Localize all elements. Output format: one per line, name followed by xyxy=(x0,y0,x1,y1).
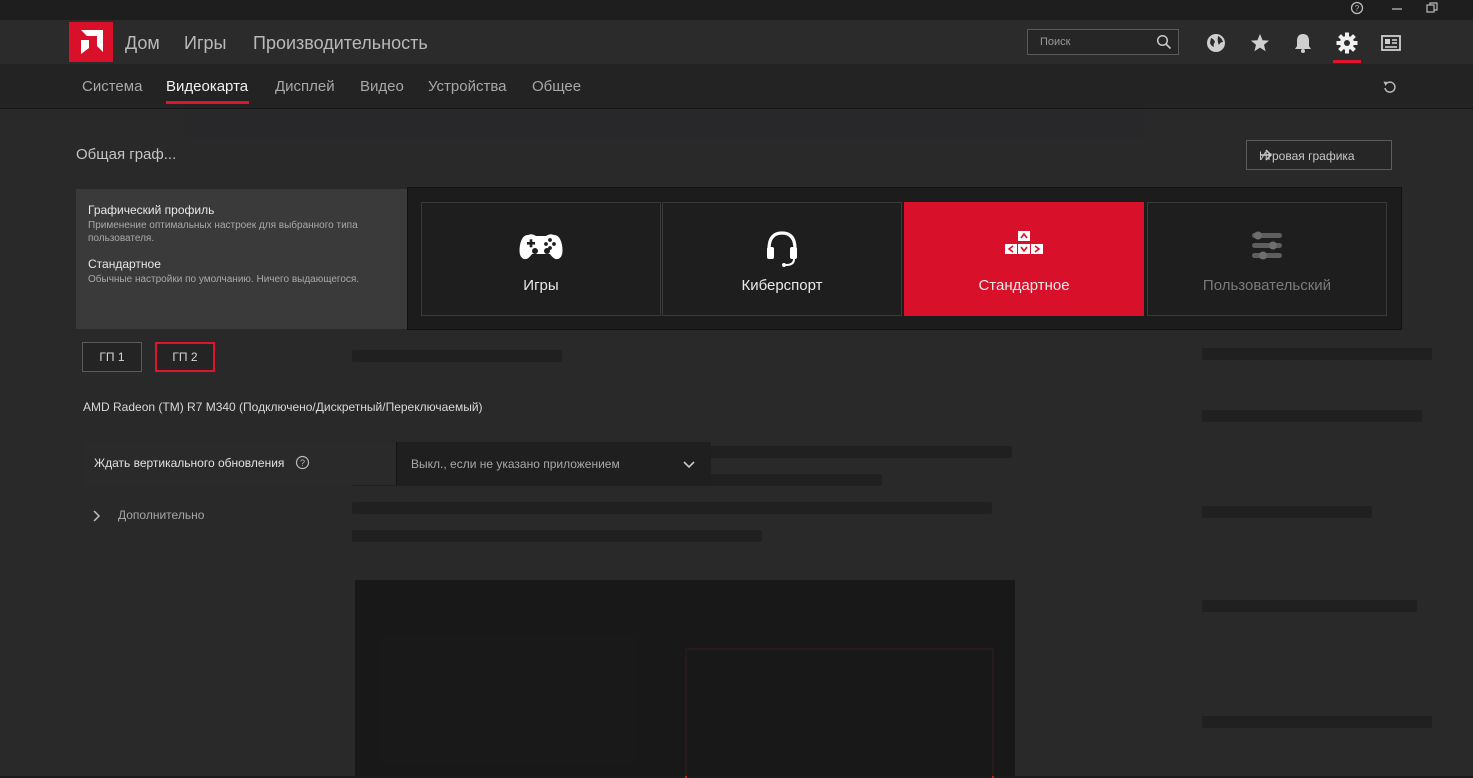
tab-system[interactable]: Система xyxy=(82,78,142,95)
minimize-icon[interactable] xyxy=(1388,1,1406,19)
svg-text:?: ? xyxy=(300,458,305,468)
profile-tile-esports[interactable]: Киберспорт xyxy=(662,202,902,316)
profile-label: Стандартное xyxy=(978,277,1070,294)
topnav-performance[interactable]: Производительность xyxy=(253,33,428,54)
chevron-right-icon xyxy=(92,510,102,525)
star-icon[interactable] xyxy=(1249,32,1271,54)
active-tab-indicator xyxy=(166,101,249,104)
arrow-right-icon xyxy=(1259,148,1381,165)
tooltip-description: Обычные настройки по умолчанию. Ничего в… xyxy=(88,274,360,285)
tooltip-heading: Графический профиль xyxy=(88,203,215,217)
search-input[interactable]: Поиск xyxy=(1027,29,1179,55)
reset-icon[interactable] xyxy=(1382,79,1398,100)
restore-icon[interactable] xyxy=(1423,1,1441,19)
profile-label: Игры xyxy=(523,277,559,294)
vsync-label: Ждать вертикального обновления xyxy=(94,456,285,470)
tab-display[interactable]: Дисплей xyxy=(275,78,335,95)
bell-icon[interactable] xyxy=(1292,32,1314,54)
news-icon[interactable] xyxy=(1380,32,1402,54)
game-graphics-button[interactable]: Игровая графика xyxy=(1246,140,1392,170)
gpu1-button[interactable]: ГП 1 xyxy=(82,342,142,372)
advanced-label: Дополнительно xyxy=(118,508,205,522)
profile-label: Киберспорт xyxy=(741,277,823,294)
amd-logo[interactable] xyxy=(69,22,113,62)
gpu2-button[interactable]: ГП 2 xyxy=(155,342,215,372)
globe-icon[interactable] xyxy=(1205,32,1227,54)
help-icon[interactable]: ? xyxy=(295,455,310,475)
tooltip-description: Применение оптимальных настроек для выбр… xyxy=(88,220,358,244)
help-icon[interactable]: ? xyxy=(1348,1,1366,19)
gpu-name: AMD Radeon (TM) R7 M340 (Подключено/Диск… xyxy=(83,400,483,414)
vsync-value: Выкл., если не указано приложением xyxy=(411,457,620,471)
tooltip-heading: Стандартное xyxy=(88,257,161,271)
gamepad-icon xyxy=(518,229,564,268)
vsync-setting-row: Ждать вертикального обновления ? Выкл., … xyxy=(83,442,711,485)
tab-graphics[interactable]: Видеокарта xyxy=(166,78,248,95)
search-icon[interactable] xyxy=(1156,34,1172,55)
profile-tile-gaming[interactable]: Игры xyxy=(421,202,661,316)
svg-text:?: ? xyxy=(1355,4,1360,13)
search-placeholder: Поиск xyxy=(1040,36,1071,48)
dim-overlay xyxy=(0,0,1473,776)
active-icon-indicator xyxy=(1333,60,1361,63)
gear-icon[interactable] xyxy=(1336,32,1358,54)
tab-devices[interactable]: Устройства xyxy=(428,78,506,95)
profile-tile-standard[interactable]: Стандартное xyxy=(904,202,1144,316)
chevron-down-icon xyxy=(683,457,695,475)
keyboard-arrows-icon xyxy=(1003,229,1045,264)
topnav-games[interactable]: Игры xyxy=(184,33,226,54)
headset-icon xyxy=(764,229,800,272)
topnav-home[interactable]: Дом xyxy=(125,33,160,54)
title-bar xyxy=(0,0,1473,20)
sliders-icon xyxy=(1249,229,1285,268)
tab-video[interactable]: Видео xyxy=(360,78,404,95)
profile-label: Пользовательский xyxy=(1202,277,1332,294)
profile-tile-custom[interactable]: Пользовательский xyxy=(1147,202,1387,316)
profile-tooltip: Графический профиль Применение оптимальн… xyxy=(76,189,407,329)
vsync-dropdown[interactable]: Выкл., если не указано приложением xyxy=(396,442,711,485)
tab-general[interactable]: Общее xyxy=(532,78,581,95)
section-title: Общая граф... xyxy=(76,146,177,163)
